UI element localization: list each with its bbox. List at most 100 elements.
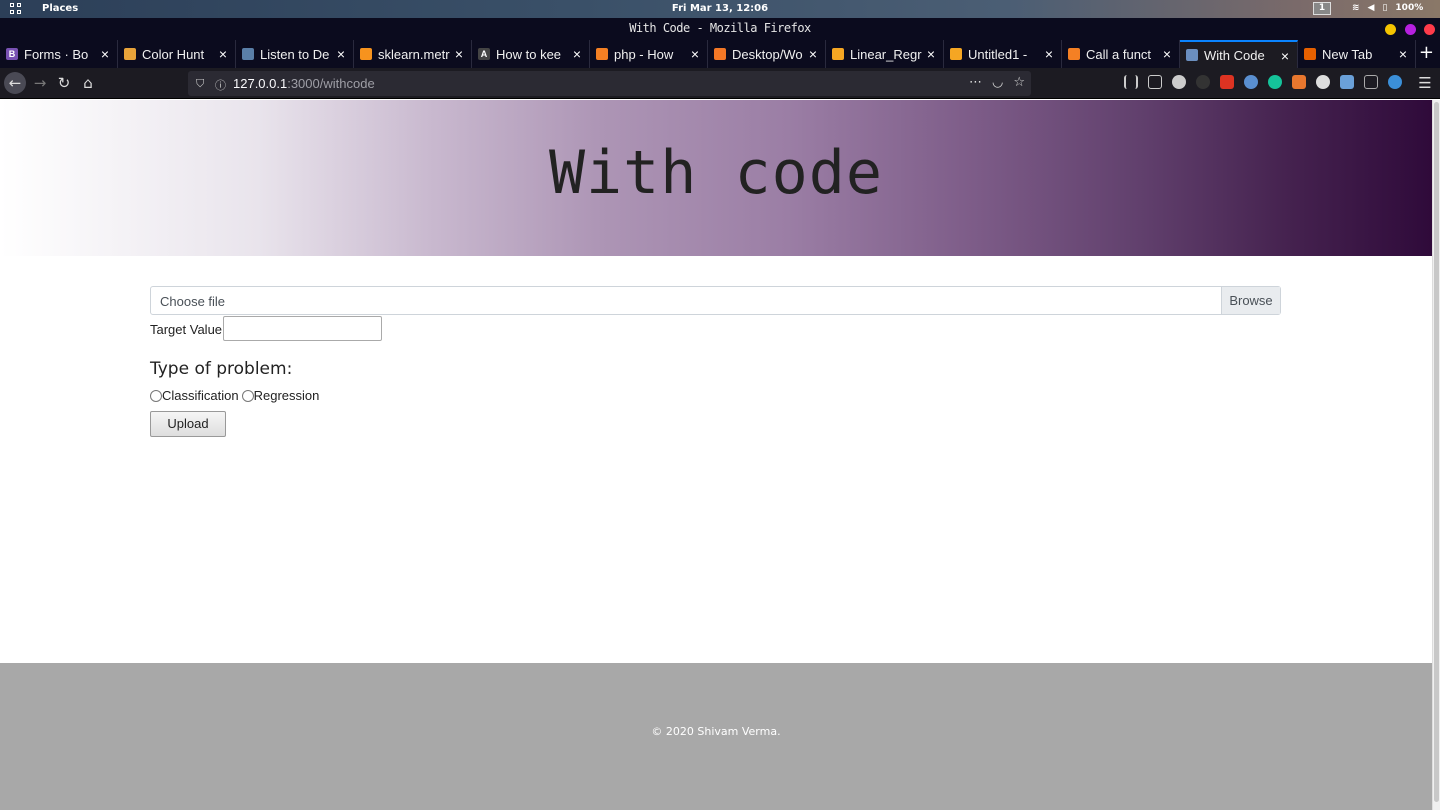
tab-2[interactable]: Listen to De × <box>236 40 354 68</box>
site-info-icon[interactable]: ⓘ <box>215 77 226 93</box>
extension-blue-icon[interactable] <box>1388 75 1402 89</box>
close-tab-icon[interactable]: × <box>1281 48 1289 64</box>
close-tab-icon[interactable]: × <box>573 46 581 62</box>
extension-eye-icon[interactable] <box>1244 75 1258 89</box>
system-tray: ≋ ◀ ▯ 100% <box>1352 3 1423 13</box>
tab-5[interactable]: php - How × <box>590 40 708 68</box>
menu-hamburger-icon[interactable]: ☰ <box>1414 72 1436 94</box>
stackoverflow-icon <box>1068 48 1080 60</box>
extension-red-icon[interactable] <box>1220 75 1234 89</box>
tab-7[interactable]: Linear_Regr × <box>826 40 944 68</box>
system-clock[interactable]: Fri Mar 13, 12:06 <box>0 3 1440 14</box>
tab-label: Color Hunt <box>142 46 205 62</box>
tracking-shield-icon[interactable]: ⛉ <box>196 77 204 91</box>
home-button[interactable]: ⌂ <box>77 72 99 94</box>
stackoverflow-icon <box>596 48 608 60</box>
maximize-button[interactable] <box>1405 24 1416 35</box>
tab-label: Desktop/Wo <box>732 46 803 62</box>
bootstrap-icon: B <box>6 48 18 60</box>
page-footer: © 2020 Shivam Verma. <box>0 663 1432 810</box>
problem-type-options: Classification Regression <box>150 388 1281 403</box>
url-text[interactable]: 127.0.0.1:3000/withcode <box>233 76 375 91</box>
target-value-row: Target Value: <box>150 315 1281 342</box>
page-icon <box>1186 49 1198 61</box>
sidebar-icon[interactable] <box>1148 75 1162 89</box>
tab-9[interactable]: Call a funct × <box>1062 40 1180 68</box>
page-scrollbar[interactable] <box>1432 100 1440 810</box>
tab-1[interactable]: Color Hunt × <box>118 40 236 68</box>
tab-3[interactable]: sklearn.metr × <box>354 40 472 68</box>
account-icon[interactable] <box>1172 75 1186 89</box>
hero-banner: With code <box>0 100 1432 256</box>
back-button[interactable]: ← <box>4 72 26 94</box>
notebook-icon <box>832 48 844 60</box>
close-tab-icon[interactable]: × <box>455 46 463 62</box>
tab-11[interactable]: New Tab × <box>1298 40 1416 68</box>
tab-label: Untitled1 - <box>968 46 1028 62</box>
minimize-button[interactable] <box>1385 24 1396 35</box>
extension-cloud-icon[interactable] <box>1316 75 1330 89</box>
url-path: :3000/withcode <box>287 76 375 91</box>
tab-label: New Tab <box>1322 46 1373 62</box>
footer-copyright: © 2020 Shivam Verma. <box>651 725 781 738</box>
battery-icon[interactable]: ▯ <box>1382 3 1387 13</box>
regression-label[interactable]: Regression <box>254 388 320 403</box>
scrollbar-thumb[interactable] <box>1434 102 1439 802</box>
jupyter-icon <box>714 48 726 60</box>
tab-label: php - How <box>614 46 674 62</box>
close-tab-icon[interactable]: × <box>101 46 109 62</box>
extension-dark-icon[interactable] <box>1196 75 1210 89</box>
tab-4[interactable]: A How to kee × <box>472 40 590 68</box>
address-bar[interactable]: ⛉ ⓘ 127.0.0.1:3000/withcode ⋯ ◡ ☆ <box>188 71 1031 96</box>
extension-pen-icon[interactable] <box>1340 75 1354 89</box>
close-tab-icon[interactable]: × <box>1399 46 1407 62</box>
volume-icon[interactable]: ◀ <box>1368 3 1375 13</box>
toolbar-extensions <box>1124 75 1402 89</box>
forward-button[interactable]: → <box>29 72 51 94</box>
extension-orange-icon[interactable] <box>1292 75 1306 89</box>
notebook-icon <box>950 48 962 60</box>
reload-button[interactable]: ↻ <box>53 72 75 94</box>
pocket-icon[interactable]: ◡ <box>992 75 1003 90</box>
tab-0[interactable]: B Forms · Bo × <box>0 40 118 68</box>
close-tab-icon[interactable]: × <box>1163 46 1171 62</box>
close-tab-icon[interactable]: × <box>927 46 935 62</box>
navigation-toolbar: ← → ↻ ⌂ ⛉ ⓘ 127.0.0.1:3000/withcode ⋯ ◡ … <box>0 68 1440 99</box>
upload-button[interactable]: Upload <box>150 411 226 437</box>
window-title: With Code - Mozilla Firefox <box>629 21 811 35</box>
close-window-button[interactable] <box>1424 24 1435 35</box>
listen-icon <box>242 48 254 60</box>
grammarly-icon[interactable] <box>1268 75 1282 89</box>
target-value-input[interactable] <box>223 316 382 341</box>
tab-8[interactable]: Untitled1 - × <box>944 40 1062 68</box>
new-tab-button[interactable]: + <box>1419 42 1434 63</box>
bookmark-star-icon[interactable]: ☆ <box>1013 75 1025 90</box>
classification-label[interactable]: Classification <box>162 388 239 403</box>
workspace-indicator[interactable]: 1 <box>1313 2 1331 15</box>
page-actions-icon[interactable]: ⋯ <box>969 75 982 90</box>
close-tab-icon[interactable]: × <box>809 46 817 62</box>
tab-label: Call a funct <box>1086 46 1152 62</box>
problem-type-title: Type of problem: <box>150 359 293 379</box>
library-icon[interactable] <box>1124 75 1138 89</box>
tab-6[interactable]: Desktop/Wo × <box>708 40 826 68</box>
tab-strip: B Forms · Bo × Color Hunt × Listen to De × skle… <box>0 40 1440 68</box>
close-tab-icon[interactable]: × <box>219 46 227 62</box>
extension-copy-icon[interactable] <box>1364 75 1378 89</box>
browse-button[interactable]: Browse <box>1221 287 1280 314</box>
tab-label: With Code <box>1204 47 1265 63</box>
color-hunt-icon <box>124 48 136 60</box>
hashnode-icon: A <box>478 48 490 60</box>
file-input[interactable]: Choose file Browse <box>150 286 1281 315</box>
close-tab-icon[interactable]: × <box>337 46 345 62</box>
file-input-placeholder: Choose file <box>160 294 226 309</box>
regression-radio[interactable] <box>241 389 254 402</box>
close-tab-icon[interactable]: × <box>1045 46 1053 62</box>
sklearn-icon <box>360 48 372 60</box>
close-tab-icon[interactable]: × <box>691 46 699 62</box>
target-value-label: Target Value: <box>150 322 226 337</box>
tab-label: sklearn.metr <box>378 46 450 62</box>
wifi-icon[interactable]: ≋ <box>1352 3 1360 13</box>
classification-radio[interactable] <box>150 389 162 402</box>
tab-10[interactable]: With Code × <box>1180 40 1298 68</box>
